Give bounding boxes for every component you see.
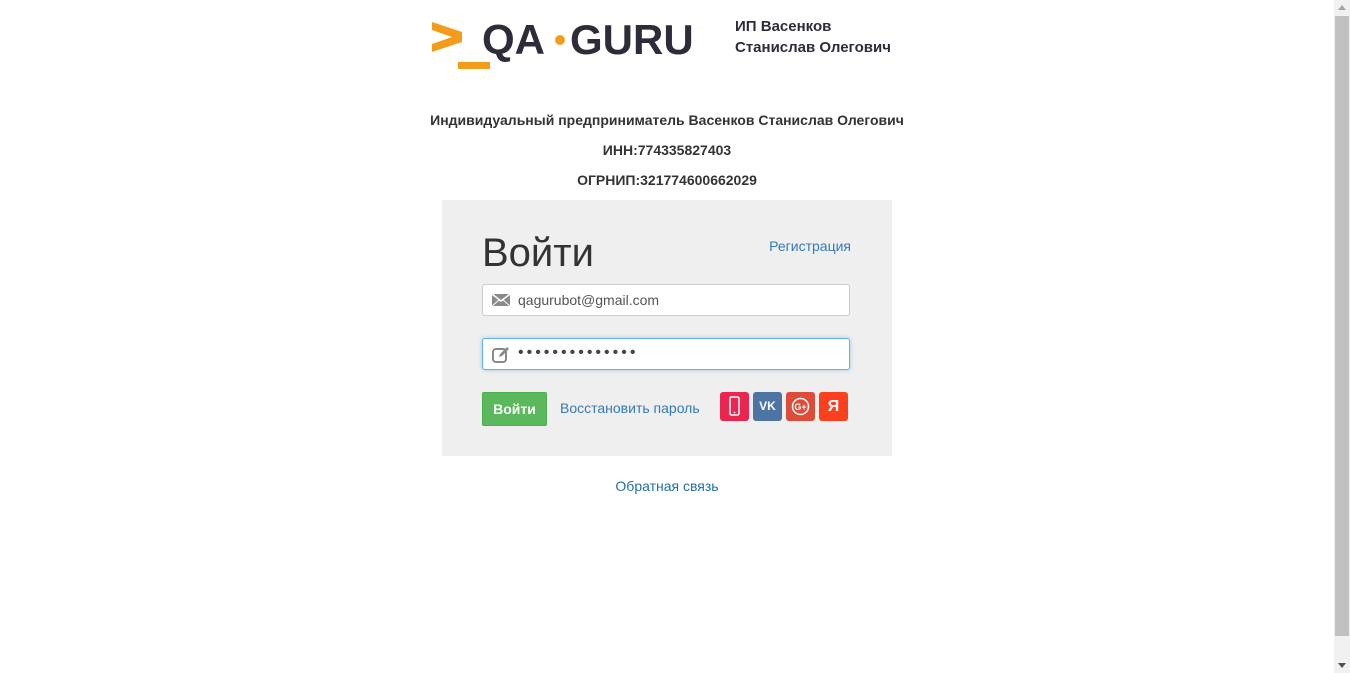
company-name: Индивидуальный предприниматель Васенков … <box>430 112 904 128</box>
email-field[interactable]: qagurubot@gmail.com <box>482 284 850 316</box>
scroll-down-arrow-icon[interactable] <box>1338 663 1346 668</box>
feedback-link[interactable]: Обратная связь <box>0 478 1334 494</box>
phone-login-button[interactable] <box>720 392 749 421</box>
google-login-button[interactable]: G+ <box>786 392 815 421</box>
password-value: •••••••••••••• <box>518 344 639 361</box>
login-form: Войти Регистрация qagurubot@gmail.com ••… <box>442 200 892 456</box>
edit-icon <box>492 346 510 363</box>
phone-icon <box>720 392 749 421</box>
login-button[interactable]: Войти <box>482 392 547 426</box>
feedback-link-label: Обратная связь <box>615 478 719 494</box>
ogrnip-text: ОГРНИП:321774600662029 <box>577 172 757 188</box>
owner-line-1: ИП Васенков <box>735 18 832 35</box>
yandex-icon: Я <box>827 398 840 415</box>
vk-login-button[interactable]: VK <box>753 392 782 421</box>
inn-text: ИНН:774335827403 <box>602 142 732 158</box>
vk-icon: VK <box>759 399 776 413</box>
google-plus-icon: G+ <box>786 392 815 421</box>
svg-text:GURU: GURU <box>570 18 694 63</box>
svg-text:G+: G+ <box>794 402 806 412</box>
scroll-up-arrow-icon[interactable] <box>1338 5 1346 10</box>
owner-name: ИП Васенков Станислав Олегович <box>735 16 891 58</box>
svg-text:QA: QA <box>482 18 545 63</box>
register-link[interactable]: Регистрация <box>769 238 851 254</box>
email-value: qagurubot@gmail.com <box>518 292 660 308</box>
qa-guru-logo[interactable]: QA GURU <box>430 18 700 70</box>
password-field[interactable]: •••••••••••••• <box>482 338 850 370</box>
envelope-icon <box>491 292 511 308</box>
restore-password-link[interactable]: Восстановить пароль <box>560 400 700 416</box>
owner-line-2: Станислав Олегович <box>735 39 891 56</box>
page: QA GURU ИП Васенков Станислав Олегович И… <box>0 0 1334 673</box>
vertical-scrollbar[interactable] <box>1334 0 1350 673</box>
scroll-thumb[interactable] <box>1335 16 1349 636</box>
login-title: Войти <box>482 231 594 275</box>
yandex-login-button[interactable]: Я <box>819 392 848 421</box>
